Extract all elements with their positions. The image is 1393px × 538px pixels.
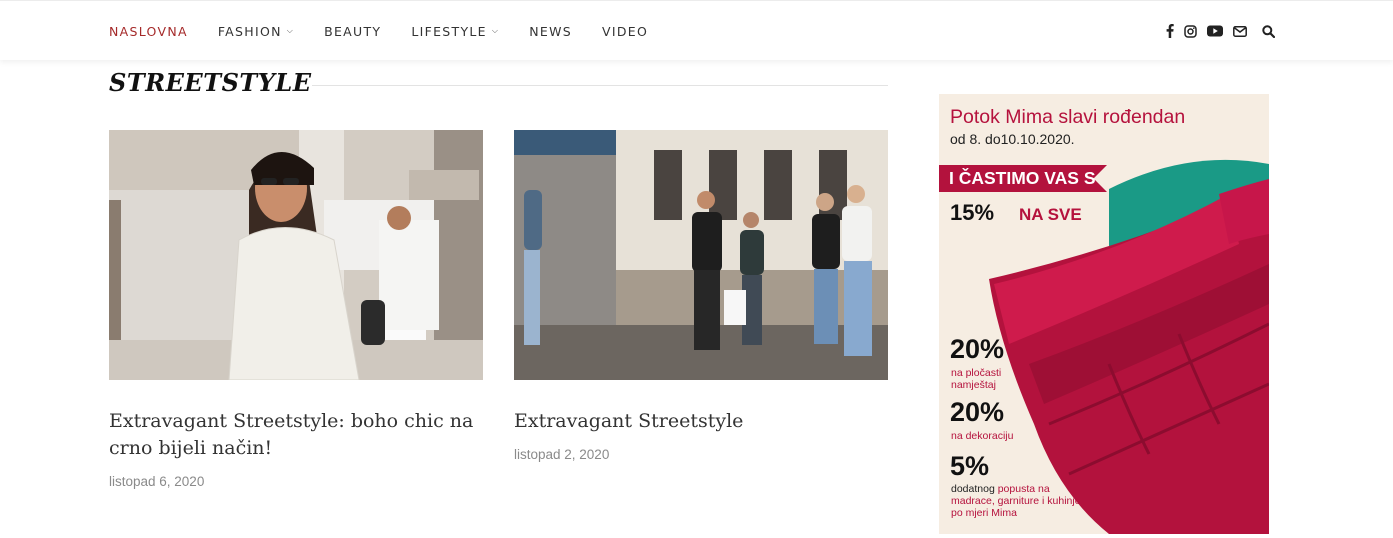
ad-offer-percent: 20%: [950, 334, 1005, 364]
ad-headline: Potok Mima slavi rođendan: [950, 106, 1186, 128]
nav-item-label: BEAUTY: [324, 23, 382, 39]
ad-offer-text: dodatnog popusta na madrace, garniture i…: [951, 483, 1081, 519]
ad-main-percent: 15%: [950, 200, 995, 225]
search-icon[interactable]: [1262, 24, 1275, 38]
street-photo-image: [109, 130, 483, 380]
nav-item-lifestyle[interactable]: LIFESTYLE ⌵: [411, 24, 499, 39]
ad-offer-text: na dekoraciju: [951, 430, 1014, 442]
envelope-icon[interactable]: [1233, 25, 1247, 37]
nav-item-label: VIDEO: [602, 23, 649, 39]
nav-item-video[interactable]: VIDEO: [602, 24, 648, 39]
section-divider: [312, 85, 888, 86]
youtube-icon[interactable]: [1207, 25, 1223, 37]
nav-item-label: NEWS: [529, 23, 572, 39]
post-card: Extravagant Streetstyle listopad 2, 2020: [514, 130, 888, 462]
top-navigation-bar: NASLOVNA FASHION ⌵ BEAUTY LIFESTYLE ⌵ NE…: [0, 0, 1393, 60]
post-title-link[interactable]: Extravagant Streetstyle: [514, 408, 888, 435]
main-menu: NASLOVNA FASHION ⌵ BEAUTY LIFESTYLE ⌵ NE…: [109, 1, 678, 61]
chevron-down-icon: ⌵: [491, 26, 500, 35]
post-date: listopad 2, 2020: [514, 447, 610, 462]
nav-item-naslovna[interactable]: NASLOVNA: [109, 24, 188, 39]
advertisement-banner[interactable]: Potok Mima slavi rođendan od 8. do10.10.…: [939, 94, 1269, 534]
post-card: Extravagant Streetstyle: boho chic na cr…: [109, 130, 483, 489]
post-date: listopad 6, 2020: [109, 474, 205, 489]
nav-item-beauty[interactable]: BEAUTY: [324, 24, 381, 39]
nav-item-label: LIFESTYLE: [411, 23, 487, 39]
instagram-icon[interactable]: [1184, 24, 1197, 38]
ad-main-suffix: NA SVE: [1019, 205, 1082, 224]
post-thumbnail[interactable]: [514, 130, 888, 380]
nav-item-news[interactable]: NEWS: [529, 24, 572, 39]
section-title: STREETSTYLE: [109, 68, 312, 97]
post-title-link[interactable]: Extravagant Streetstyle: boho chic na cr…: [109, 408, 483, 462]
ad-offer-text-dark: dodatnog: [951, 483, 995, 495]
chevron-down-icon: ⌵: [286, 26, 295, 35]
social-links: [1156, 1, 1275, 61]
nav-item-fashion[interactable]: FASHION ⌵: [218, 24, 294, 39]
ad-offer-text: na pločasti namještaj: [951, 367, 1002, 391]
ad-dates: od 8. do10.10.2020.: [950, 131, 1075, 147]
nav-item-label: FASHION: [217, 23, 282, 39]
facebook-icon[interactable]: [1166, 24, 1174, 38]
nav-item-label: NASLOVNA: [109, 23, 188, 39]
ad-ribbon-text: I ČASTIMO VAS S: [949, 168, 1096, 188]
ad-offer-percent: 5%: [950, 451, 990, 481]
street-photo-image: [514, 130, 888, 380]
ad-offer-percent: 20%: [950, 397, 1005, 427]
post-thumbnail[interactable]: [109, 130, 483, 380]
